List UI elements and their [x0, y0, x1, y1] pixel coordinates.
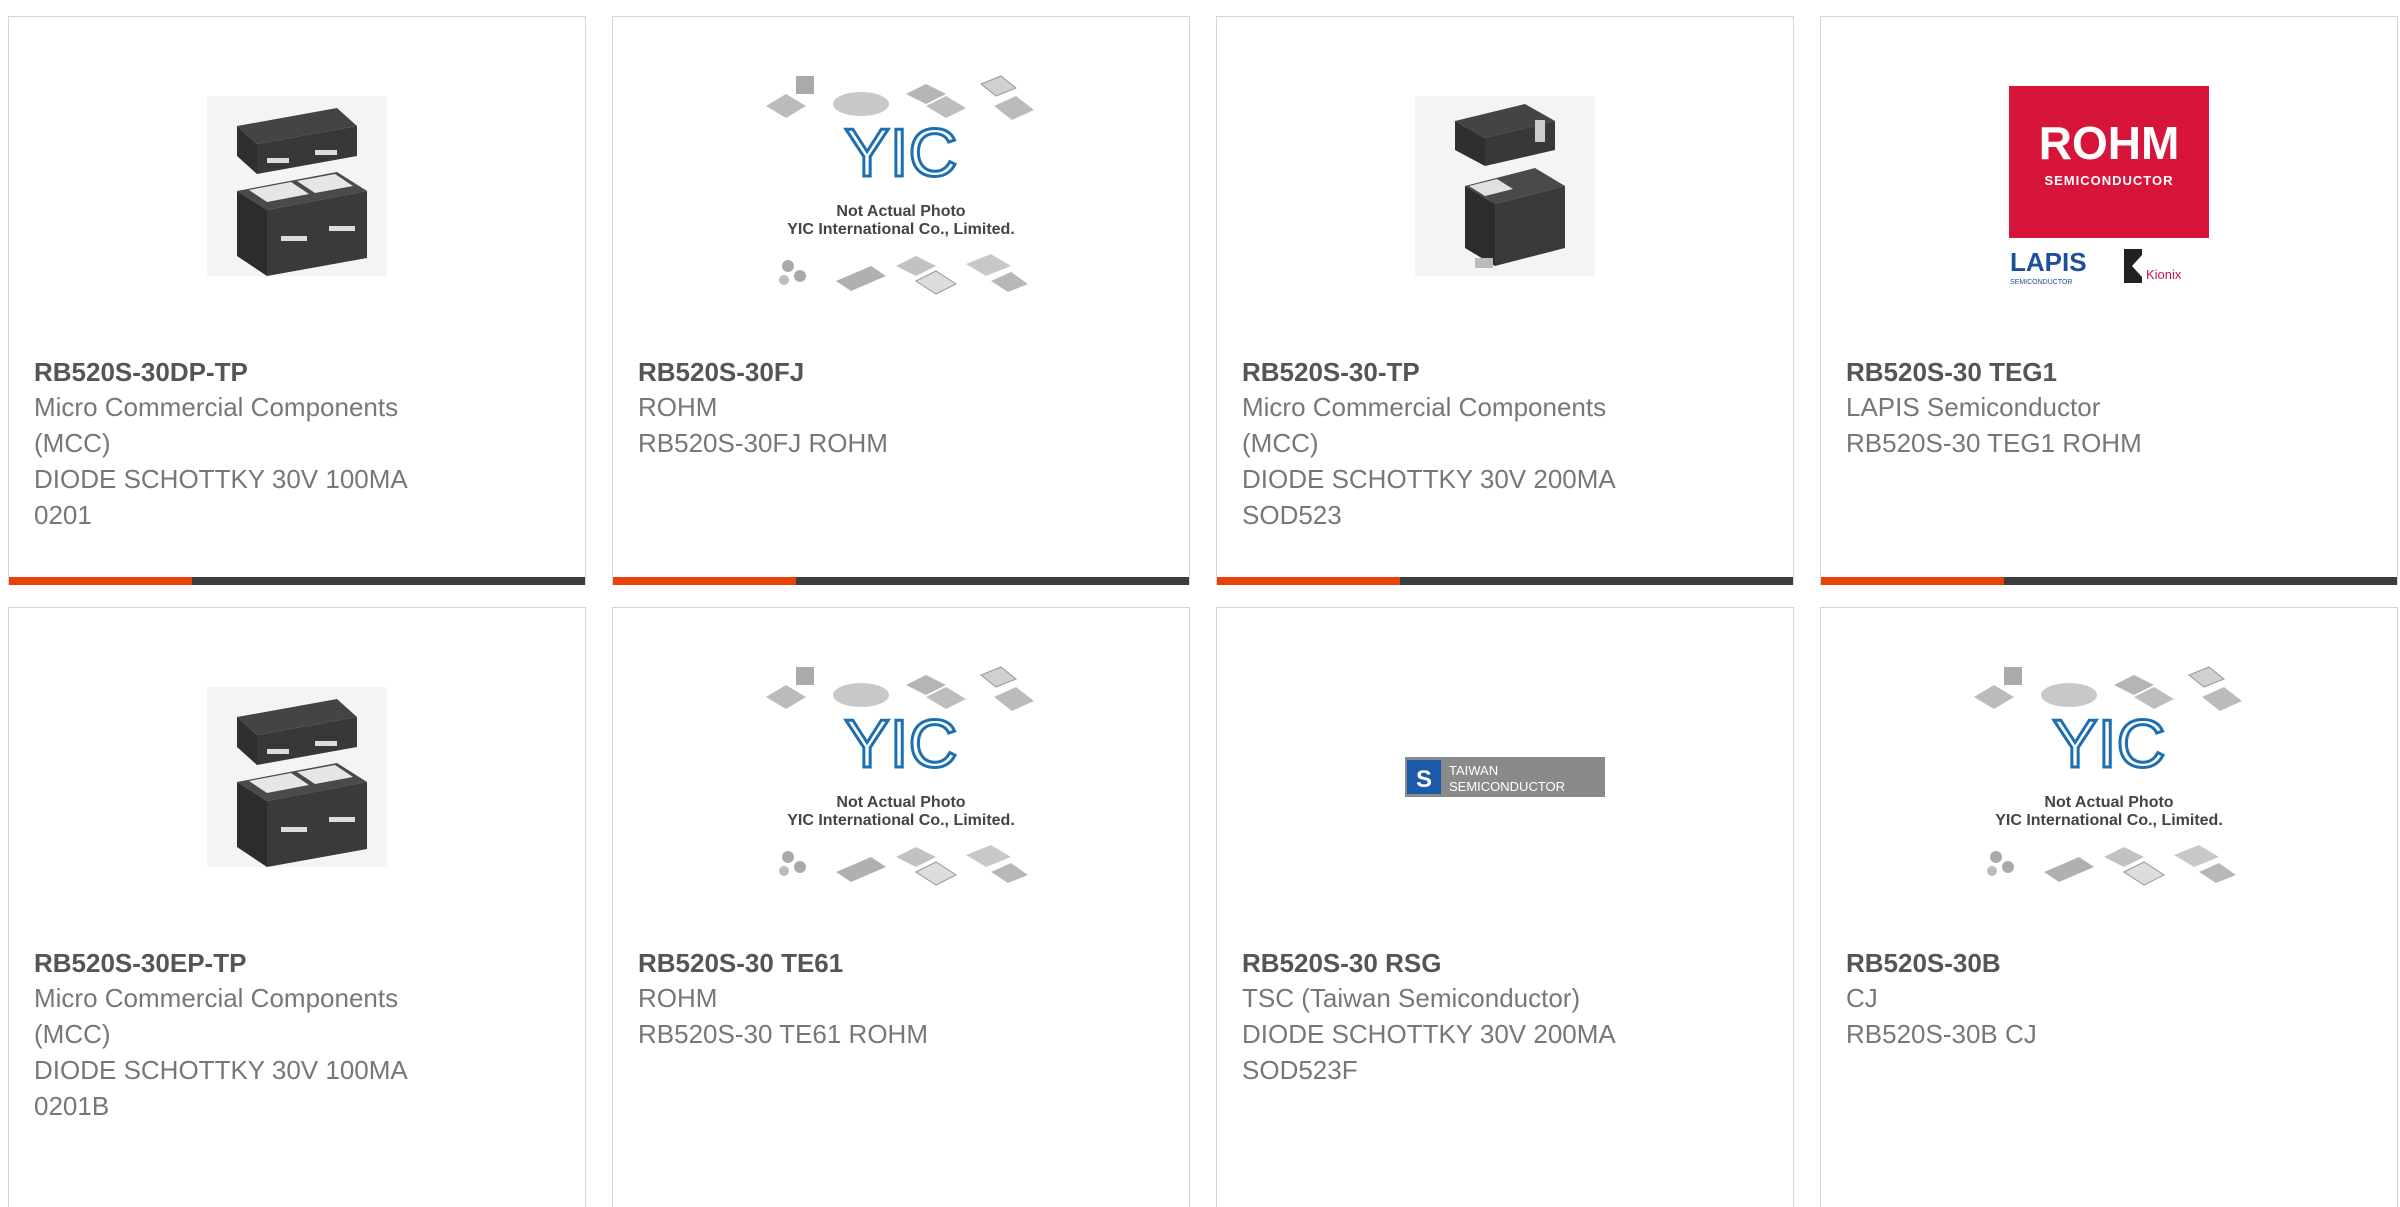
- card-underline: [613, 577, 1189, 585]
- placeholder-line2: YIC International Co., Limited.: [787, 812, 1015, 829]
- card-underline: [9, 577, 585, 585]
- yic-placeholder-image: YIC Not Actual Photo YIC International C…: [766, 666, 1034, 886]
- card-underline: [1217, 577, 1793, 585]
- rohm-lapis-logo-image: ROHM SEMICONDUCTOR LAPIS SEMICONDUCTOR K…: [2009, 86, 2209, 286]
- product-image[interactable]: ROHM SEMICONDUCTOR LAPIS SEMICONDUCTOR K…: [1974, 81, 2244, 291]
- product-info: RB520S-30-TP Micro Commercial Components…: [1242, 355, 1662, 533]
- product-grid: RB520S-30DP-TP Micro Commercial Componen…: [8, 16, 2398, 1207]
- rohm-logo-text: ROHM: [2039, 117, 2180, 169]
- product-info: RB520S-30B CJ RB520S-30B CJ: [1846, 946, 2266, 1052]
- manufacturer: CJ: [1846, 983, 1878, 1013]
- card-underline: [1821, 577, 2397, 585]
- tsc-logo-line2: SEMICONDUCTOR: [1449, 779, 1565, 794]
- product-info: RB520S-30 TEG1 LAPIS Semiconductor RB520…: [1846, 355, 2266, 461]
- product-info: RB520S-30 RSG TSC (Taiwan Semiconductor)…: [1242, 946, 1662, 1088]
- yic-placeholder-image: YIC Not Actual Photo YIC International C…: [1974, 666, 2242, 886]
- rohm-logo-subtext: SEMICONDUCTOR: [2044, 173, 2173, 188]
- part-number[interactable]: RB520S-30EP-TP: [34, 946, 454, 980]
- description: RB520S-30B CJ: [1846, 1019, 2037, 1049]
- yic-logo-mark: YIC: [844, 706, 957, 782]
- manufacturer: LAPIS Semiconductor: [1846, 392, 2101, 422]
- tsc-logo-line1: TAIWAN: [1449, 763, 1498, 778]
- kionix-logo-text: Kionix: [2146, 267, 2182, 282]
- product-image[interactable]: S TAIWAN SEMICONDUCTOR: [1370, 672, 1640, 882]
- yic-placeholder-image: YIC Not Actual Photo YIC International C…: [766, 75, 1034, 295]
- part-number[interactable]: RB520S-30-TP: [1242, 355, 1662, 389]
- svg-text:S: S: [1416, 766, 1432, 793]
- part-number[interactable]: RB520S-30 TE61: [638, 946, 1058, 980]
- dual-chip-package-image: [207, 687, 387, 867]
- product-image[interactable]: [162, 81, 432, 291]
- product-card[interactable]: RB520S-30DP-TP Micro Commercial Componen…: [8, 16, 586, 585]
- product-image[interactable]: YIC Not Actual Photo YIC International C…: [766, 75, 1036, 295]
- product-image[interactable]: [1370, 81, 1640, 291]
- product-image[interactable]: [162, 672, 432, 882]
- product-card[interactable]: YIC Not Actual Photo YIC International C…: [612, 607, 1190, 1207]
- description: DIODE SCHOTTKY 30V 200MA SOD523F: [1242, 1019, 1615, 1085]
- sod523-package-image: [1415, 96, 1595, 276]
- manufacturer: Micro Commercial Components (MCC): [34, 983, 399, 1049]
- placeholder-line1: Not Actual Photo: [836, 794, 965, 811]
- product-card[interactable]: YIC Not Actual Photo YIC International C…: [1820, 607, 2398, 1207]
- description: DIODE SCHOTTKY 30V 100MA 0201B: [34, 1055, 407, 1121]
- part-number[interactable]: RB520S-30 TEG1: [1846, 355, 2266, 389]
- description: RB520S-30 TE61 ROHM: [638, 1019, 928, 1049]
- description: DIODE SCHOTTKY 30V 200MA SOD523: [1242, 464, 1615, 530]
- description: RB520S-30 TEG1 ROHM: [1846, 428, 2142, 458]
- placeholder-line1: Not Actual Photo: [836, 203, 965, 220]
- manufacturer: ROHM: [638, 983, 718, 1013]
- manufacturer: ROHM: [638, 392, 718, 422]
- manufacturer: Micro Commercial Components (MCC): [1242, 392, 1607, 458]
- product-card[interactable]: YIC Not Actual Photo YIC International C…: [612, 16, 1190, 585]
- product-card[interactable]: RB520S-30-TP Micro Commercial Components…: [1216, 16, 1794, 585]
- product-info: RB520S-30 TE61 ROHM RB520S-30 TE61 ROHM: [638, 946, 1058, 1052]
- part-number[interactable]: RB520S-30B: [1846, 946, 2266, 980]
- product-card[interactable]: ROHM SEMICONDUCTOR LAPIS SEMICONDUCTOR K…: [1820, 16, 2398, 585]
- product-info: RB520S-30EP-TP Micro Commercial Componen…: [34, 946, 454, 1124]
- product-info: RB520S-30DP-TP Micro Commercial Componen…: [34, 355, 454, 533]
- product-card[interactable]: RB520S-30EP-TP Micro Commercial Componen…: [8, 607, 586, 1207]
- part-number[interactable]: RB520S-30FJ: [638, 355, 1058, 389]
- placeholder-line2: YIC International Co., Limited.: [1995, 812, 2223, 829]
- placeholder-line2: YIC International Co., Limited.: [787, 221, 1015, 238]
- dual-chip-package-image: [207, 96, 387, 276]
- part-number[interactable]: RB520S-30 RSG: [1242, 946, 1662, 980]
- description: RB520S-30FJ ROHM: [638, 428, 888, 458]
- part-number[interactable]: RB520S-30DP-TP: [34, 355, 454, 389]
- placeholder-line1: Not Actual Photo: [2044, 794, 2173, 811]
- product-info: RB520S-30FJ ROHM RB520S-30FJ ROHM: [638, 355, 1058, 461]
- yic-logo-mark: YIC: [2052, 706, 2165, 782]
- yic-logo-mark: YIC: [844, 115, 957, 191]
- product-image[interactable]: YIC Not Actual Photo YIC International C…: [1974, 666, 2244, 886]
- lapis-logo-subtext: SEMICONDUCTOR: [2010, 279, 2072, 286]
- product-image[interactable]: YIC Not Actual Photo YIC International C…: [766, 666, 1036, 886]
- product-card[interactable]: S TAIWAN SEMICONDUCTOR RB520S-30 RSG TSC…: [1216, 607, 1794, 1207]
- manufacturer: Micro Commercial Components (MCC): [34, 392, 399, 458]
- tsc-logo-image: S TAIWAN SEMICONDUCTOR: [1405, 757, 1605, 797]
- description: DIODE SCHOTTKY 30V 100MA 0201: [34, 464, 407, 530]
- lapis-logo-text: LAPIS: [2010, 247, 2087, 277]
- manufacturer: TSC (Taiwan Semiconductor): [1242, 983, 1581, 1013]
